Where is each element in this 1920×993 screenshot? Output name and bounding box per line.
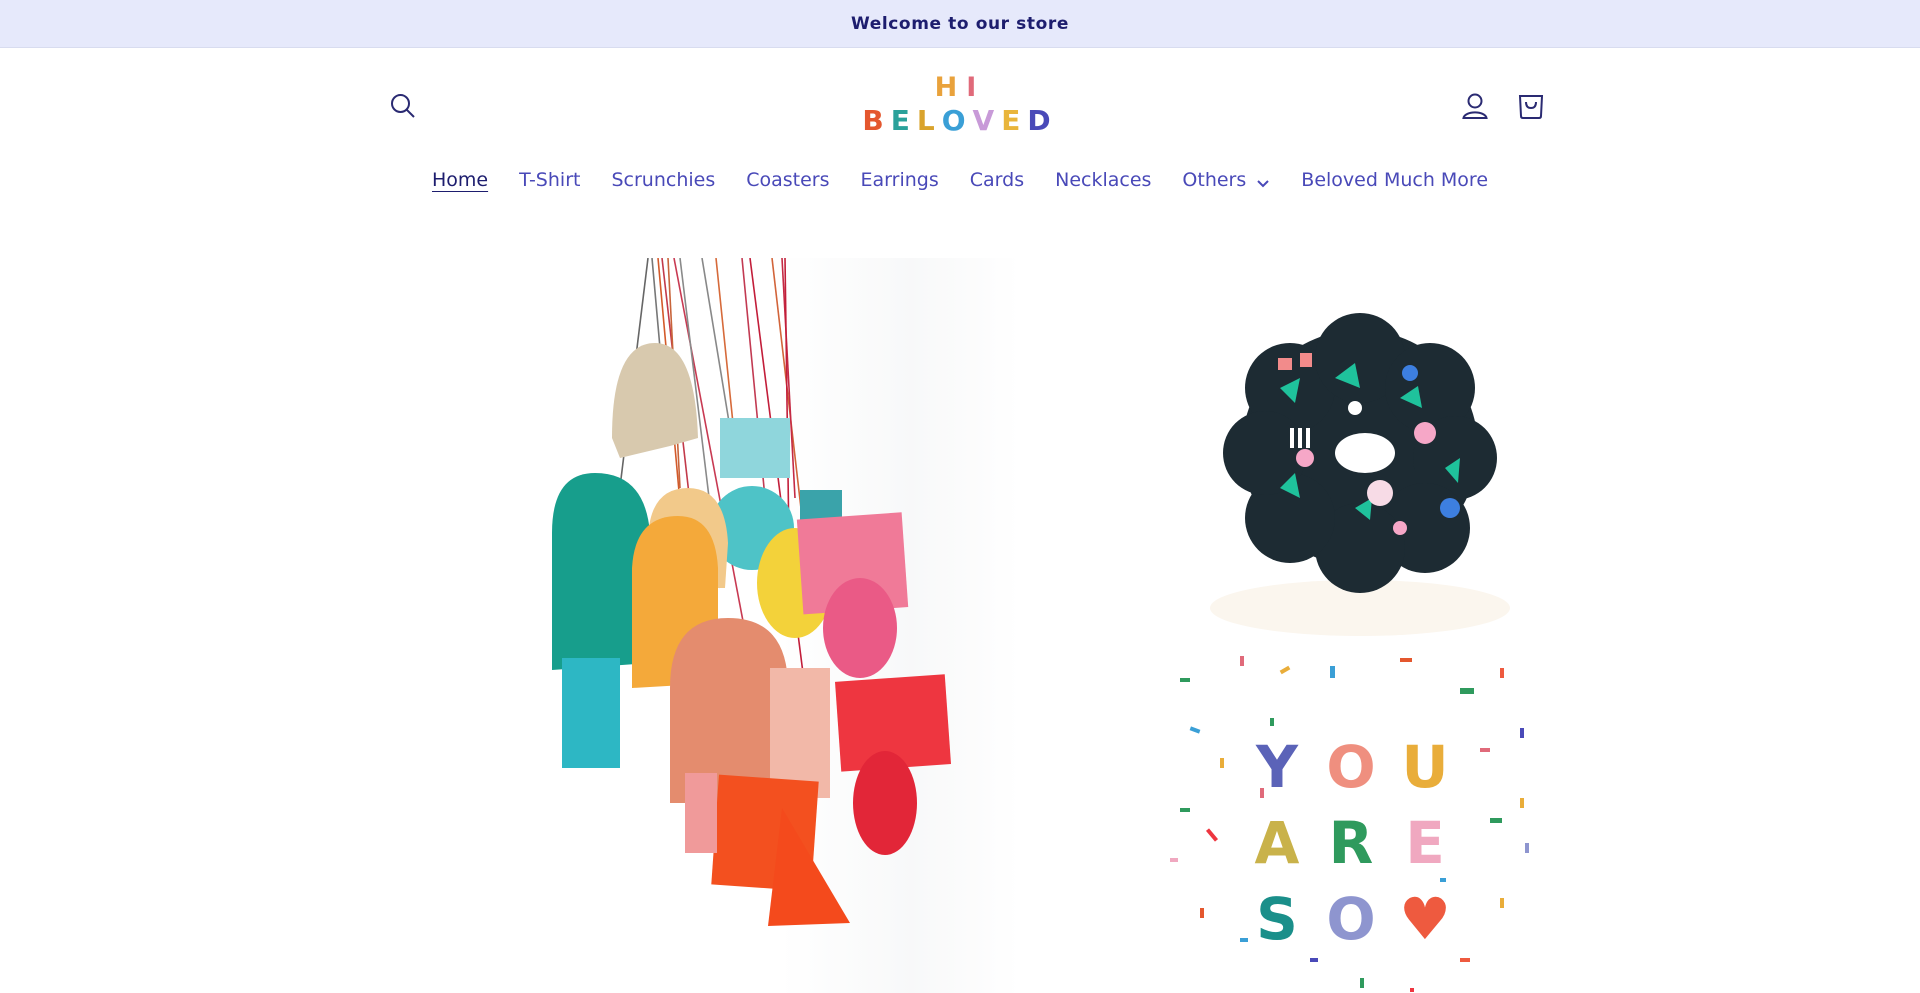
nav-item-earrings[interactable]: Earrings (845, 169, 954, 191)
search-button[interactable] (381, 84, 425, 128)
logo-letter-bottom-2: E (890, 104, 917, 137)
logo-letter-bottom-6: E (1001, 104, 1028, 137)
nav-item-coasters[interactable]: Coasters (731, 169, 845, 191)
nav-item-label: Beloved Much More (1301, 169, 1489, 191)
nav-item-home[interactable]: Home (416, 169, 503, 191)
logo-letter-top-2: I (966, 72, 986, 103)
site-header: HI BELOVED Home T-Shirt Scrunchies Coasters… (0, 48, 1920, 228)
logo-line-2: BELOVED (860, 104, 1060, 137)
nav-item-t-shirt[interactable]: T-Shirt (504, 169, 596, 191)
card-letter-5: R (1328, 809, 1374, 877)
chevron-down-icon (1256, 173, 1270, 188)
search-icon (391, 94, 415, 118)
logo-letter-bottom-1: B (862, 104, 891, 137)
scrunchie-image[interactable] (1160, 258, 1550, 638)
nav-item-cards[interactable]: Cards (954, 169, 1039, 191)
logo-letter-bottom-4: O (941, 104, 973, 137)
card-letter-9: ♥ (1399, 885, 1451, 953)
card-letter-2: O (1326, 733, 1376, 801)
logo-letter-bottom-5: V (972, 104, 1002, 137)
nav-item-label: Scrunchies (611, 169, 716, 191)
nav-item-label: Others (1182, 169, 1247, 191)
nav-item-necklaces[interactable]: Necklaces (1040, 169, 1167, 191)
account-icon (1462, 93, 1488, 119)
necklaces-image[interactable] (520, 258, 1020, 993)
card-letter-6: E (1405, 809, 1445, 877)
announcement-bar: Welcome to our store (0, 0, 1920, 48)
nav-item-others[interactable]: Others (1167, 169, 1286, 191)
card-letter-7: S (1256, 885, 1298, 953)
card-letter-3: U (1401, 733, 1449, 801)
nav-item-label: T-Shirt (519, 169, 581, 191)
main-nav: Home T-Shirt Scrunchies Coasters Earrings Car… (0, 169, 1920, 191)
announcement-text: Welcome to our store (850, 13, 1070, 34)
scrunchie-illustration (1210, 313, 1510, 636)
cart-icon (1518, 95, 1544, 119)
nav-item-scrunchies[interactable]: Scrunchies (596, 169, 731, 191)
card-image[interactable]: Y O U A R E S O ♥ (1160, 638, 1550, 993)
cart-button[interactable] (1509, 84, 1553, 128)
logo-line-1: HI (860, 72, 1060, 104)
card-letter-8: O (1326, 885, 1376, 953)
card-letter-4: A (1254, 809, 1300, 877)
logo-letter-bottom-7: D (1027, 104, 1058, 137)
nav-item-label: Necklaces (1055, 169, 1152, 191)
nav-item-label: Earrings (860, 169, 939, 191)
logo-letter-bottom-3: L (916, 104, 942, 137)
nav-item-label: Coasters (746, 169, 830, 191)
card-letter-1: Y (1256, 733, 1298, 801)
necklaces-illustration (552, 258, 1020, 993)
logo-letter-top-1: H (934, 72, 967, 103)
nav-item-label: Home (431, 169, 489, 191)
site-logo[interactable]: HI BELOVED (860, 72, 1060, 144)
card-letters: Y O U A R E S O ♥ (1240, 736, 1470, 950)
nav-item-beloved-much-more[interactable]: Beloved Much More (1286, 169, 1504, 191)
account-button[interactable] (1453, 84, 1497, 128)
nav-item-label: Cards (969, 169, 1025, 191)
